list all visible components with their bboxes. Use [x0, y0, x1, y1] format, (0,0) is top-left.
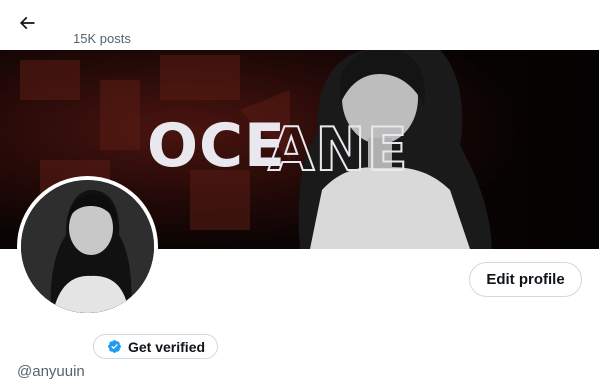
back-button[interactable] [12, 8, 42, 38]
banner-title-solid: OCE [147, 111, 287, 181]
post-count: 15K posts [73, 31, 131, 46]
edit-profile-button[interactable]: Edit profile [469, 262, 582, 297]
avatar[interactable] [21, 180, 154, 313]
banner-title-outline: ANE [268, 115, 409, 185]
get-verified-button[interactable]: Get verified [93, 334, 218, 359]
arrow-left-icon [19, 16, 35, 30]
get-verified-label: Get verified [128, 338, 206, 355]
profile-handle: @anyuuin [17, 363, 85, 380]
avatar-frame[interactable] [17, 176, 158, 317]
profile-header: 15K posts [0, 0, 599, 50]
verified-badge-icon [108, 340, 121, 353]
